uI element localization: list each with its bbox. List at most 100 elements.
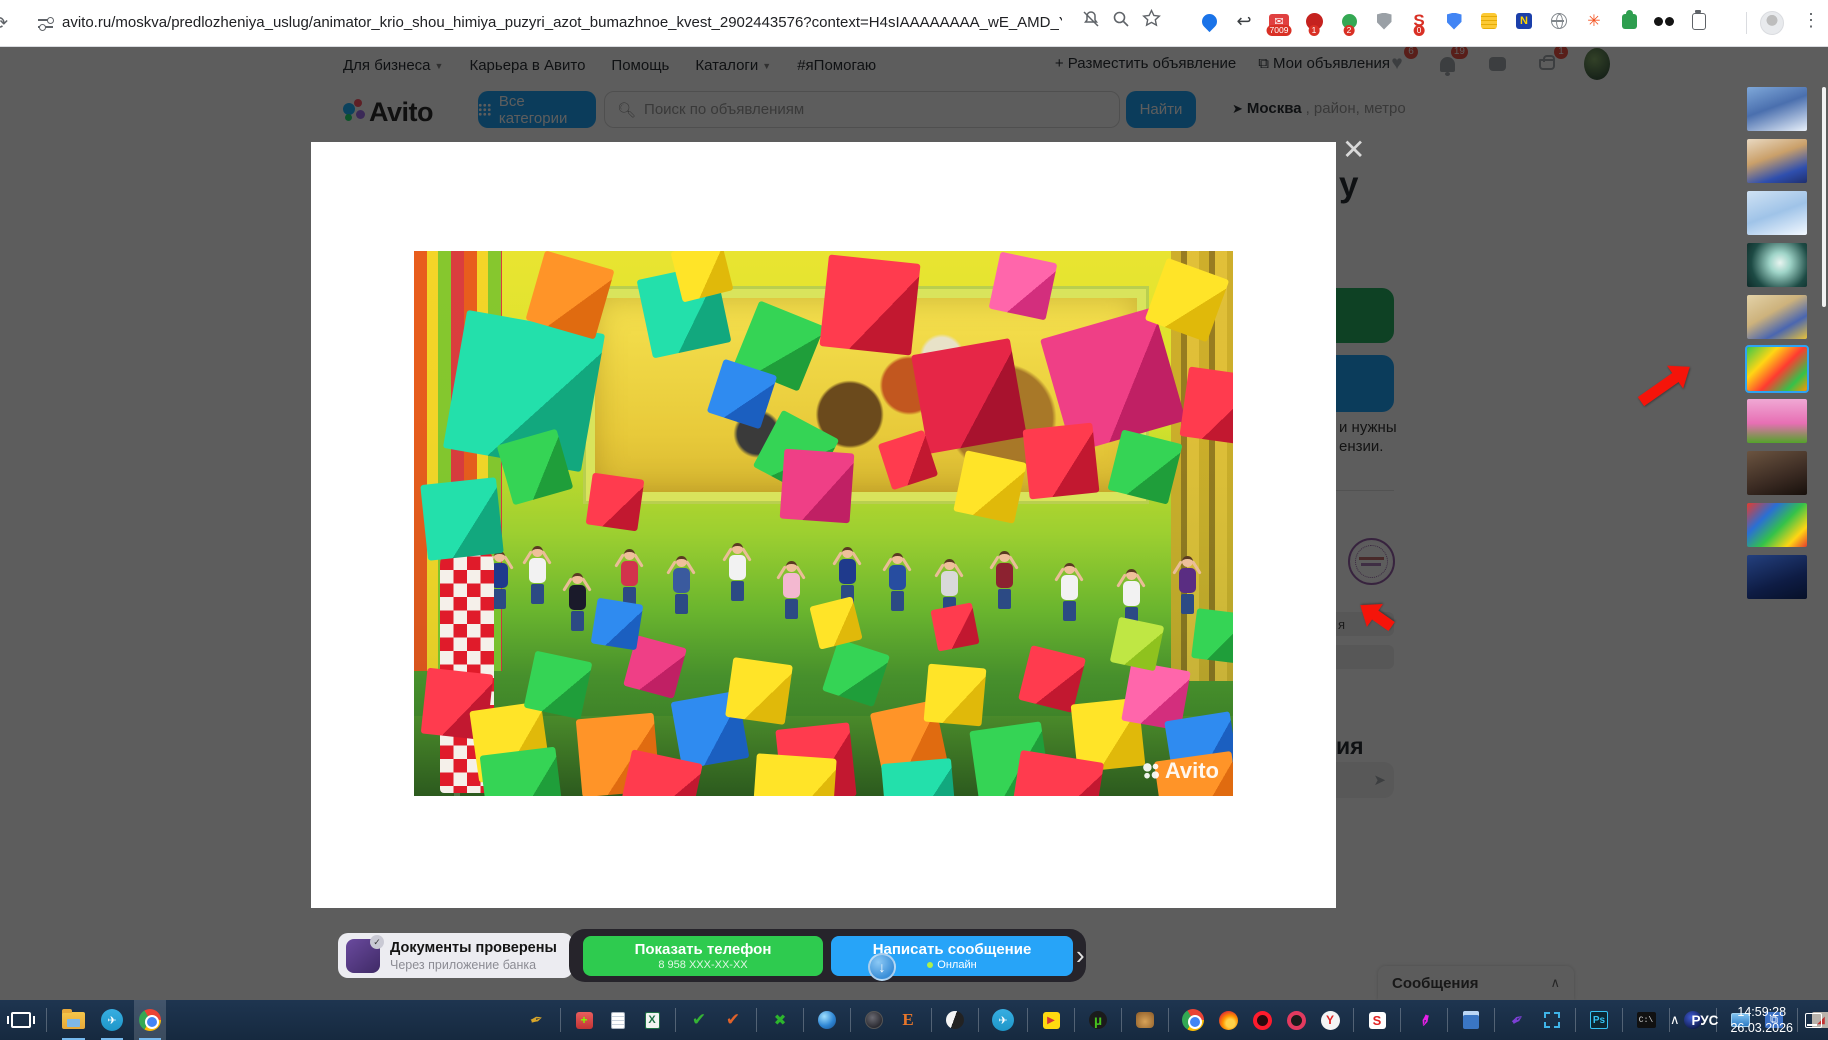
- chrome-pinned-icon[interactable]: [1177, 1000, 1209, 1040]
- child-figure: [1172, 556, 1202, 614]
- document-icon[interactable]: [603, 1000, 633, 1040]
- glasses-icon[interactable]: [1653, 6, 1675, 36]
- thumb-robot-animator[interactable]: [1747, 295, 1807, 339]
- address-bar[interactable]: avito.ru/moskva/predlozheniya_uslug/anim…: [62, 14, 1062, 31]
- foam-cube: [591, 598, 644, 651]
- s-app-icon[interactable]: S: [1362, 1000, 1392, 1040]
- molecule-icon: ✳: [1587, 11, 1600, 31]
- opera-gx-icon[interactable]: [1281, 1000, 1311, 1040]
- sphere-app-icon[interactable]: [812, 1000, 842, 1040]
- orange-check-icon[interactable]: ✔: [718, 1000, 748, 1040]
- thumb-light-party[interactable]: [1747, 191, 1807, 235]
- green-check-icon: ✔: [692, 1010, 706, 1030]
- dark-disc-icon[interactable]: [859, 1000, 889, 1040]
- thumb-night-show[interactable]: [1747, 555, 1807, 599]
- location-pin-icon[interactable]: [1198, 6, 1220, 36]
- reload-icon[interactable]: ⟳: [0, 13, 8, 34]
- foam-cube: [1179, 366, 1233, 445]
- excel-icon[interactable]: X: [637, 1000, 667, 1040]
- bookmark-star-icon[interactable]: [1142, 9, 1161, 28]
- cat-app-icon[interactable]: [1130, 1000, 1160, 1040]
- write-message-button[interactable]: Написать сообщение Онлайн: [831, 936, 1073, 976]
- s-extension-icon-badge: 0: [1414, 25, 1425, 36]
- yellow-play-icon: ▶: [1043, 1012, 1060, 1029]
- taskbar-divider: [560, 1008, 561, 1032]
- browser-menu-icon[interactable]: ⋮: [1802, 10, 1820, 31]
- photoshop-icon: Ps: [1590, 1011, 1608, 1029]
- child-figure: [989, 551, 1019, 609]
- file-explorer-icon[interactable]: [57, 1000, 90, 1040]
- foam-cube: [725, 657, 793, 725]
- blue-shield-icon[interactable]: [1443, 6, 1465, 36]
- telegram-desktop-icon[interactable]: ✈: [987, 1000, 1019, 1040]
- photoshop-icon[interactable]: Ps: [1584, 1000, 1614, 1040]
- chevron-right-icon[interactable]: ›: [1076, 940, 1085, 971]
- taskbar-divider: [1447, 1008, 1448, 1032]
- mail-extension-icon[interactable]: ✉7009: [1268, 6, 1290, 36]
- thumb-pink-costumes[interactable]: [1747, 399, 1807, 443]
- thumb-blue-costume[interactable]: [1747, 139, 1807, 183]
- shield-off-icon[interactable]: [1373, 6, 1395, 36]
- foam-cube: [780, 449, 855, 524]
- scrollbar-thumb[interactable]: [1822, 87, 1826, 307]
- close-icon[interactable]: ✕: [1342, 136, 1365, 164]
- thumb-crio-show[interactable]: [1747, 87, 1807, 131]
- yandex-browser-icon[interactable]: Y: [1315, 1000, 1345, 1040]
- browser-profile-icon[interactable]: [1760, 11, 1784, 35]
- tray-chevron-up-icon[interactable]: ∧: [1670, 1012, 1680, 1028]
- thumb-dark-table[interactable]: [1747, 451, 1807, 495]
- site-settings-icon[interactable]: [38, 17, 53, 30]
- green-pin-icon[interactable]: 2: [1338, 6, 1360, 36]
- task-view-icon[interactable]: [6, 1000, 36, 1040]
- telegram-icon: ✈: [101, 1009, 123, 1031]
- n-extension-icon[interactable]: N: [1513, 6, 1535, 36]
- zoom-icon[interactable]: [1112, 10, 1130, 28]
- language-indicator[interactable]: РУС: [1691, 1013, 1718, 1028]
- thumb-foam-cubes[interactable]: [1747, 347, 1807, 391]
- e-app-icon[interactable]: E: [893, 1000, 923, 1040]
- s-extension-icon[interactable]: S0: [1408, 6, 1430, 36]
- telegram-icon[interactable]: ✈: [96, 1000, 128, 1040]
- notifications-blocked-icon[interactable]: [1082, 10, 1100, 28]
- panda-icon[interactable]: [940, 1000, 970, 1040]
- snip-tool-icon[interactable]: [1537, 1000, 1567, 1040]
- thumb-playroom[interactable]: [1747, 503, 1807, 547]
- sphere-app-icon: [818, 1011, 836, 1029]
- foam-cube: [586, 473, 645, 532]
- utorrent-icon[interactable]: µ: [1083, 1000, 1113, 1040]
- taskbar-divider: [931, 1008, 932, 1032]
- firefox-icon[interactable]: [1213, 1000, 1243, 1040]
- chrome-pinned-icon: [1182, 1009, 1204, 1031]
- yellow-play-icon[interactable]: ▶: [1036, 1000, 1066, 1040]
- taskbar-divider: [803, 1008, 804, 1032]
- action-center-icon[interactable]: [1805, 1013, 1822, 1028]
- download-circle-icon[interactable]: ↓: [868, 953, 896, 981]
- calculator-icon[interactable]: [1456, 1000, 1486, 1040]
- gold-pen-icon[interactable]: ✒: [522, 1000, 552, 1040]
- cmd-icon[interactable]: C:\: [1631, 1000, 1661, 1040]
- listing-photo[interactable]: Avito: [414, 251, 1233, 796]
- taskbar-clock[interactable]: 14:59:28 26.03.2026: [1730, 1004, 1793, 1037]
- green-x-icon[interactable]: ✖: [765, 1000, 795, 1040]
- thumb-paper-show[interactable]: [1747, 243, 1807, 287]
- chrome-icon[interactable]: [134, 1000, 166, 1040]
- notes-extension-icon[interactable]: [1478, 6, 1500, 36]
- firefox-icon: [1219, 1011, 1238, 1030]
- puzzle-icon[interactable]: [1618, 6, 1640, 36]
- utorrent-icon: µ: [1089, 1011, 1107, 1029]
- mail-extension-icon-badge: 7009: [1267, 25, 1292, 36]
- taskbar-divider: [978, 1008, 979, 1032]
- purple-feather-icon[interactable]: ✒: [1503, 1000, 1533, 1040]
- opera-icon[interactable]: [1247, 1000, 1277, 1040]
- green-check-icon[interactable]: ✔: [684, 1000, 714, 1040]
- extensions-icon[interactable]: [1688, 6, 1710, 36]
- red-book-icon[interactable]: +: [569, 1000, 599, 1040]
- magenta-pen-icon[interactable]: ✒: [1409, 1000, 1439, 1040]
- foam-cube: [911, 338, 1027, 454]
- show-phone-button[interactable]: Показать телефон 8 958 XXX-XX-XX: [583, 936, 823, 976]
- molecule-icon[interactable]: ✳: [1583, 6, 1605, 36]
- child-figure: [1054, 563, 1084, 621]
- adguard-icon[interactable]: 1: [1303, 6, 1325, 36]
- back-arrow-icon[interactable]: ↩: [1233, 6, 1255, 36]
- globe-icon[interactable]: [1548, 6, 1570, 36]
